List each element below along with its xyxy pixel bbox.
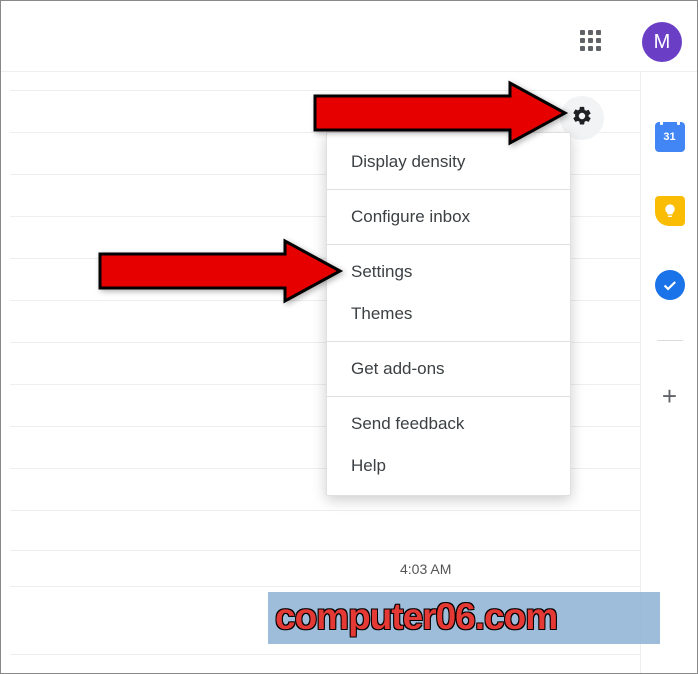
keep-icon[interactable]: [655, 196, 685, 226]
menu-item-label: Display density: [351, 152, 465, 171]
menu-item-label: Send feedback: [351, 414, 464, 433]
tasks-icon[interactable]: [655, 270, 685, 300]
menu-separator: [327, 244, 570, 245]
list-row-divider: [10, 510, 640, 511]
list-row-divider: [10, 586, 640, 587]
settings-dropdown-menu: Display density Configure inbox Settings…: [326, 132, 571, 496]
menu-item-help[interactable]: Help: [327, 445, 570, 487]
menu-item-label: Themes: [351, 304, 412, 323]
calendar-icon[interactable]: 31: [655, 122, 685, 152]
menu-separator: [327, 396, 570, 397]
menu-item-configure-inbox[interactable]: Configure inbox: [327, 196, 570, 238]
menu-item-send-feedback[interactable]: Send feedback: [327, 403, 570, 445]
list-row-divider: [10, 550, 640, 551]
menu-separator: [327, 341, 570, 342]
watermark-text: computer06.com: [275, 596, 557, 638]
email-time: 4:03 AM: [400, 561, 451, 577]
menu-item-label: Help: [351, 456, 386, 475]
menu-separator: [327, 189, 570, 190]
list-row-divider: [10, 654, 640, 655]
annotation-arrow-settings: [90, 236, 350, 311]
menu-item-get-addons[interactable]: Get add-ons: [327, 348, 570, 390]
avatar-initial: M: [654, 31, 671, 54]
annotation-arrow-gear: [305, 78, 575, 153]
calendar-day-number: 31: [663, 131, 675, 143]
menu-item-themes[interactable]: Themes: [327, 293, 570, 335]
top-bar: M: [0, 0, 698, 72]
apps-icon[interactable]: [580, 30, 602, 52]
side-panel-separator: [657, 340, 683, 341]
side-panel: 31 +: [640, 72, 698, 674]
account-avatar[interactable]: M: [642, 22, 682, 62]
menu-item-label: Settings: [351, 262, 412, 281]
menu-item-label: Configure inbox: [351, 207, 470, 226]
add-addon-icon[interactable]: +: [655, 381, 685, 411]
menu-item-settings[interactable]: Settings: [327, 251, 570, 293]
menu-item-label: Get add-ons: [351, 359, 445, 378]
